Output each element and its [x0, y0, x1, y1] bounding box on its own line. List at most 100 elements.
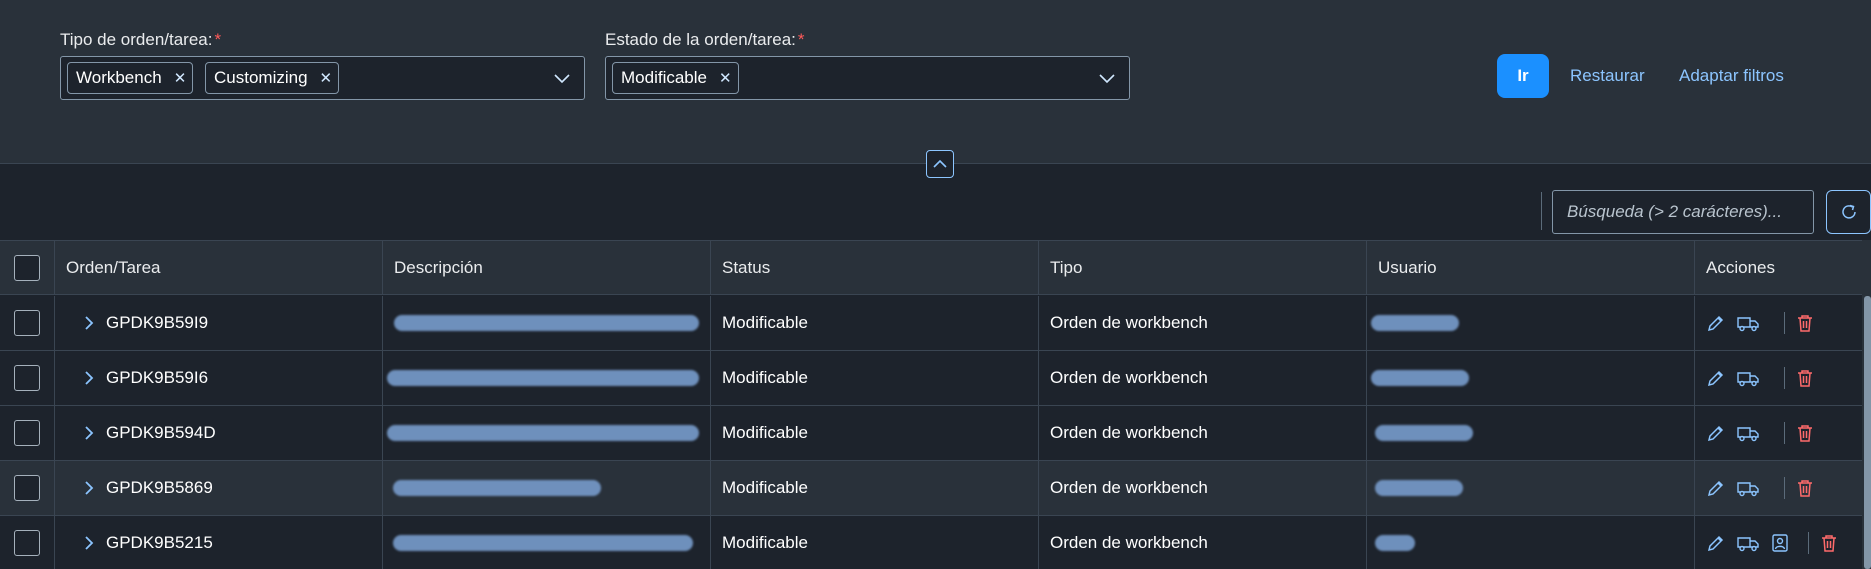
- type-cell: Orden de workbench: [1039, 351, 1367, 405]
- column-header-user[interactable]: Usuario: [1367, 241, 1695, 294]
- required-mark: *: [214, 30, 222, 49]
- chevron-right-icon[interactable]: [80, 534, 98, 552]
- pencil-icon[interactable]: [1706, 478, 1726, 498]
- type-cell: Orden de workbench: [1039, 516, 1367, 569]
- redacted-description: [387, 370, 699, 386]
- redacted-description: [393, 535, 693, 551]
- chevron-right-icon[interactable]: [80, 369, 98, 387]
- user-cell: [1367, 516, 1695, 569]
- truck-icon[interactable]: [1736, 368, 1760, 388]
- close-icon[interactable]: ✕: [719, 69, 732, 87]
- redacted-user: [1375, 425, 1473, 441]
- order-status-label: Estado de la orden/tarea: *: [605, 30, 805, 49]
- actions-cell: [1695, 296, 1862, 350]
- type-cell: Orden de workbench: [1039, 296, 1367, 350]
- chevron-up-icon: [933, 159, 947, 168]
- go-button[interactable]: Ir: [1497, 54, 1549, 98]
- search-input[interactable]: Búsqueda (> 2 carácteres)...: [1552, 190, 1814, 234]
- trash-icon[interactable]: [1819, 533, 1839, 553]
- redacted-user: [1375, 535, 1415, 551]
- required-mark: *: [797, 30, 805, 49]
- action-separator: [1784, 422, 1785, 444]
- redacted-user: [1371, 315, 1459, 331]
- status-cell: Modificable: [711, 516, 1039, 569]
- chevron-right-icon[interactable]: [80, 479, 98, 497]
- column-header-status[interactable]: Status: [711, 241, 1039, 294]
- collapse-filterbar-button[interactable]: [926, 150, 954, 178]
- token-customizing[interactable]: Customizing ✕: [205, 62, 340, 94]
- order-id: GPDK9B59I9: [106, 313, 209, 332]
- table-row[interactable]: GPDK9B5869 Modificable Orden de workbenc…: [0, 461, 1862, 516]
- status-cell: Modificable: [711, 461, 1039, 515]
- table-row[interactable]: GPDK9B59I6 Modificable Orden de workbenc…: [0, 351, 1862, 406]
- table-row[interactable]: GPDK9B594D Modificable Orden de workbenc…: [0, 406, 1862, 461]
- action-separator: [1784, 312, 1785, 334]
- user-card-icon[interactable]: [1770, 533, 1790, 553]
- action-separator: [1784, 477, 1785, 499]
- token-workbench[interactable]: Workbench ✕: [67, 62, 194, 94]
- reset-button[interactable]: Restaurar: [1570, 66, 1645, 86]
- column-header-order[interactable]: Orden/Tarea: [55, 241, 383, 294]
- chevron-down-icon[interactable]: [1099, 70, 1115, 86]
- token-label: Workbench: [76, 68, 162, 87]
- column-header-actions: Acciones: [1706, 257, 1775, 277]
- chevron-right-icon[interactable]: [80, 314, 98, 332]
- trash-icon[interactable]: [1795, 423, 1815, 443]
- trash-icon[interactable]: [1795, 368, 1815, 388]
- description-cell: [383, 406, 711, 460]
- status-cell: Modificable: [711, 296, 1039, 350]
- trash-icon[interactable]: [1795, 478, 1815, 498]
- adapt-filters-button[interactable]: Adaptar filtros: [1679, 66, 1784, 86]
- type-cell: Orden de workbench: [1039, 406, 1367, 460]
- description-cell: [383, 351, 711, 405]
- redacted-user: [1371, 370, 1469, 386]
- action-separator: [1808, 532, 1809, 554]
- close-icon[interactable]: ✕: [174, 69, 187, 87]
- select-all-checkbox[interactable]: [14, 254, 40, 281]
- truck-icon[interactable]: [1736, 533, 1760, 553]
- row-checkbox[interactable]: [14, 475, 40, 501]
- description-cell: [383, 461, 711, 515]
- vertical-scrollbar-thumb[interactable]: [1864, 296, 1871, 569]
- table-row[interactable]: GPDK9B59I9 Modificable Orden de workbenc…: [0, 296, 1862, 351]
- toolbar-separator: [1541, 192, 1542, 230]
- truck-icon[interactable]: [1736, 423, 1760, 443]
- order-cell: GPDK9B59I9: [55, 296, 383, 350]
- trash-icon[interactable]: [1795, 313, 1815, 333]
- actions-cell: [1695, 351, 1862, 405]
- order-id: GPDK9B59I6: [106, 368, 209, 387]
- chevron-down-icon[interactable]: [554, 70, 570, 86]
- refresh-button[interactable]: [1826, 190, 1871, 234]
- actions-cell: [1695, 406, 1862, 460]
- user-cell: [1367, 351, 1695, 405]
- status-cell: Modificable: [711, 351, 1039, 405]
- table-row[interactable]: GPDK9B5215 Modificable Orden de workbenc…: [0, 516, 1862, 569]
- token-label: Modificable: [621, 68, 707, 87]
- refresh-icon: [1841, 204, 1856, 219]
- pencil-icon[interactable]: [1706, 423, 1726, 443]
- pencil-icon[interactable]: [1706, 533, 1726, 553]
- user-cell: [1367, 406, 1695, 460]
- chevron-right-icon[interactable]: [80, 424, 98, 442]
- action-separator: [1784, 367, 1785, 389]
- pencil-icon[interactable]: [1706, 313, 1726, 333]
- close-icon[interactable]: ✕: [320, 69, 333, 87]
- column-header-description[interactable]: Descripción: [383, 241, 711, 294]
- row-checkbox[interactable]: [14, 365, 40, 391]
- row-checkbox[interactable]: [14, 310, 40, 336]
- column-header-type[interactable]: Tipo: [1039, 241, 1367, 294]
- redacted-description: [387, 425, 699, 441]
- token-modificable[interactable]: Modificable ✕: [612, 62, 739, 94]
- header-select-cell: [0, 241, 55, 294]
- order-id: GPDK9B594D: [106, 423, 216, 442]
- pencil-icon[interactable]: [1706, 368, 1726, 388]
- order-type-multicombo[interactable]: Workbench ✕ Customizing ✕: [60, 56, 585, 100]
- actions-cell: [1695, 516, 1862, 569]
- row-checkbox[interactable]: [14, 420, 40, 446]
- truck-icon[interactable]: [1736, 313, 1760, 333]
- truck-icon[interactable]: [1736, 478, 1760, 498]
- order-cell: GPDK9B5869: [55, 461, 383, 515]
- row-checkbox[interactable]: [14, 530, 40, 556]
- order-status-multicombo[interactable]: Modificable ✕: [605, 56, 1130, 100]
- order-type-label: Tipo de orden/tarea: *: [60, 30, 222, 49]
